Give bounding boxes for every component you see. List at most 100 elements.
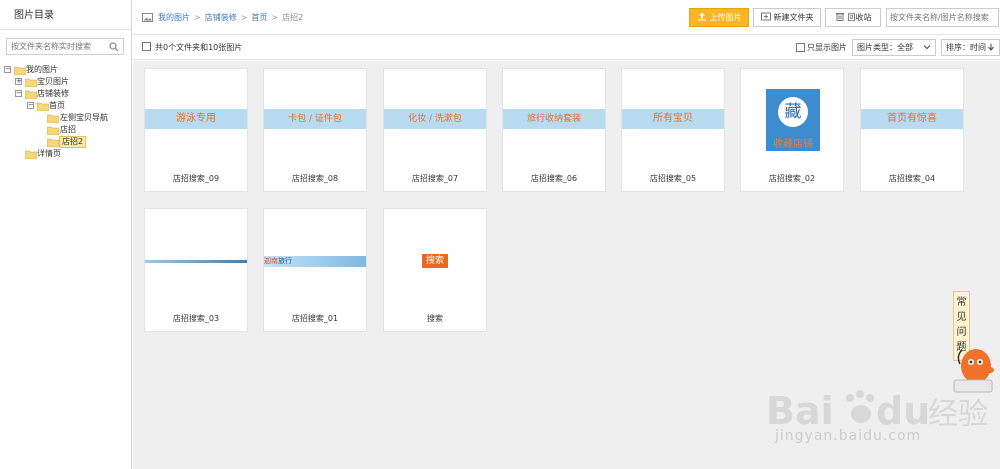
image-tile[interactable]: 化妆 / 洗漱包 店招搜索_07: [383, 68, 487, 192]
breadcrumb-separator: >: [240, 13, 248, 22]
image-type-value: 全部: [897, 43, 913, 52]
folder-icon: [25, 78, 37, 87]
arrow-down-icon: [988, 43, 994, 51]
image-tile[interactable]: 迦南旅行 店招搜索_01: [263, 208, 367, 332]
image-thumbnail[interactable]: 游泳专用: [145, 69, 247, 169]
image-thumbnail[interactable]: 迦南旅行: [264, 209, 366, 309]
tree-item-label: 左侧宝贝导航: [60, 113, 108, 122]
upload-image-button[interactable]: 上传图片: [689, 8, 749, 27]
image-search-box: [886, 8, 999, 27]
favorite-text: 收藏店铺: [773, 139, 813, 150]
faq-char: 常: [956, 297, 967, 308]
image-search-input[interactable]: [887, 9, 997, 26]
image-thumbnail[interactable]: 首页有惊喜: [861, 69, 963, 169]
sort-value: 时间: [970, 43, 986, 52]
thumbnail-banner: 旅行收纳套装: [503, 109, 605, 129]
recycle-bin-button[interactable]: 回收站: [825, 8, 881, 27]
search-icon[interactable]: [109, 42, 119, 52]
breadcrumb-separator: >: [194, 13, 201, 22]
thumbnail-banner: 游泳专用: [145, 109, 247, 129]
svg-text:经验: 经验: [928, 397, 988, 432]
tree-item-product-images[interactable]: + 宝贝图片: [4, 76, 124, 88]
breadcrumb-link[interactable]: 首页: [251, 13, 267, 22]
tree-item-shop-sign-2[interactable]: 店招2: [4, 136, 124, 148]
thumbnail-banner: 化妆 / 洗漱包: [384, 109, 486, 129]
image-type-label: 图片类型：: [857, 43, 897, 52]
image-thumbnail[interactable]: [145, 209, 247, 309]
image-name: 店招搜索_06: [530, 174, 578, 183]
image-thumbnail[interactable]: 搜索: [384, 209, 486, 309]
only-images-label: 只显示图片: [807, 43, 847, 52]
svg-text:Bai: Bai: [766, 389, 834, 433]
image-icon: [142, 13, 153, 22]
image-tile[interactable]: 搜索 搜索: [383, 208, 487, 332]
image-name: 店招搜索_04: [888, 174, 936, 183]
image-tile[interactable]: 首页有惊喜 店招搜索_04: [860, 68, 964, 192]
thumbnail-banner: 卡包 / 证件包: [264, 109, 366, 129]
top-toolbar: 我的图片 > 店铺装修 > 首页 > 店招2 上传图片 新建文件夹 回收站: [133, 0, 1000, 35]
image-name: 店招搜索_09: [172, 174, 220, 183]
image-thumbnail[interactable]: 卡包 / 证件包: [264, 69, 366, 169]
brand-text-2: 旅行: [278, 257, 292, 265]
favorite-badge: 藏: [778, 97, 808, 127]
folder-icon: [25, 150, 37, 159]
image-tile[interactable]: 游泳专用 店招搜索_09: [144, 68, 248, 192]
sort-select[interactable]: 排序：时间: [941, 39, 1000, 56]
breadcrumb-link[interactable]: 我的图片: [158, 13, 190, 22]
select-all-checkbox[interactable]: [142, 42, 151, 51]
tree-item-label: 详情页: [37, 149, 61, 158]
tree-item-my-images[interactable]: − 我的图片: [4, 64, 124, 76]
folder-icon: [47, 114, 59, 123]
upload-label: 上传图片: [709, 13, 742, 22]
image-thumbnail[interactable]: 所有宝贝: [622, 69, 724, 169]
favorite-shop-graphic: 藏 收藏店铺: [766, 89, 820, 151]
new-folder-button[interactable]: 新建文件夹: [753, 8, 821, 27]
new-folder-icon: [760, 12, 771, 21]
image-name: 店招搜索_07: [411, 174, 459, 183]
breadcrumb: 我的图片 > 店铺装修 > 首页 > 店招2: [158, 12, 303, 23]
brand-banner: 迦南旅行: [264, 256, 366, 267]
image-name: 搜索: [427, 314, 443, 323]
thin-banner-strip: [145, 260, 247, 263]
baidu-watermark-logo: Bai du 经验: [766, 389, 988, 433]
recycle-label: 回收站: [847, 13, 872, 22]
breadcrumb-link[interactable]: 店铺装修: [205, 13, 237, 22]
upload-icon: [697, 12, 706, 21]
folder-search-input[interactable]: [7, 39, 107, 54]
only-images-checkbox[interactable]: [796, 43, 805, 52]
sort-label: 排序：: [946, 43, 970, 52]
image-name: 店招搜索_03: [172, 314, 220, 323]
image-tile[interactable]: 旅行收纳套装 店招搜索_06: [502, 68, 606, 192]
image-tile[interactable]: 店招搜索_03: [144, 208, 248, 332]
chevron-down-icon: [923, 45, 931, 50]
info-bar: 共0个文件夹和10张图片 只显示图片 图片类型：全部 排序：时间: [133, 35, 1000, 60]
tree-item-label: 店招2: [59, 136, 87, 148]
tree-item-label: 首页: [49, 101, 65, 110]
folder-icon: [47, 126, 59, 135]
collapse-icon[interactable]: −: [4, 66, 11, 73]
tree-item-label: 宝贝图片: [37, 77, 69, 86]
image-thumbnail[interactable]: 旅行收纳套装: [503, 69, 605, 169]
image-tile[interactable]: 卡包 / 证件包 店招搜索_08: [263, 68, 367, 192]
expand-icon[interactable]: +: [15, 78, 22, 85]
image-thumbnail[interactable]: 藏 收藏店铺: [741, 69, 843, 169]
collapse-icon[interactable]: −: [15, 90, 22, 97]
faq-char: 问: [956, 327, 967, 338]
tree-item-left-nav[interactable]: 左侧宝贝导航: [4, 112, 124, 124]
tree-item-shop-sign[interactable]: 店招: [4, 124, 124, 136]
image-name: 店招搜索_01: [291, 314, 339, 323]
tree-item-detail-page[interactable]: 详情页: [4, 148, 124, 160]
folder-icon: [25, 90, 37, 99]
image-tile[interactable]: 藏 收藏店铺 店招搜索_02: [740, 68, 844, 192]
image-tile[interactable]: 所有宝贝 店招搜索_05: [621, 68, 725, 192]
tree-item-label: 我的图片: [26, 65, 58, 74]
folder-search-box: [6, 38, 124, 55]
image-type-select[interactable]: 图片类型：全部: [852, 39, 936, 56]
tree-item-homepage[interactable]: − 首页: [4, 100, 124, 112]
image-thumbnail[interactable]: 化妆 / 洗漱包: [384, 69, 486, 169]
tree-item-shop-decoration[interactable]: − 店铺装修: [4, 88, 124, 100]
folder-icon: [47, 138, 59, 147]
collapse-icon[interactable]: −: [27, 102, 34, 109]
folder-sidebar: 图片目录 − 我的图片 + 宝贝图片 − 店铺装修 − 首页 左侧宝贝导航: [0, 0, 132, 469]
breadcrumb-separator: >: [271, 13, 279, 22]
